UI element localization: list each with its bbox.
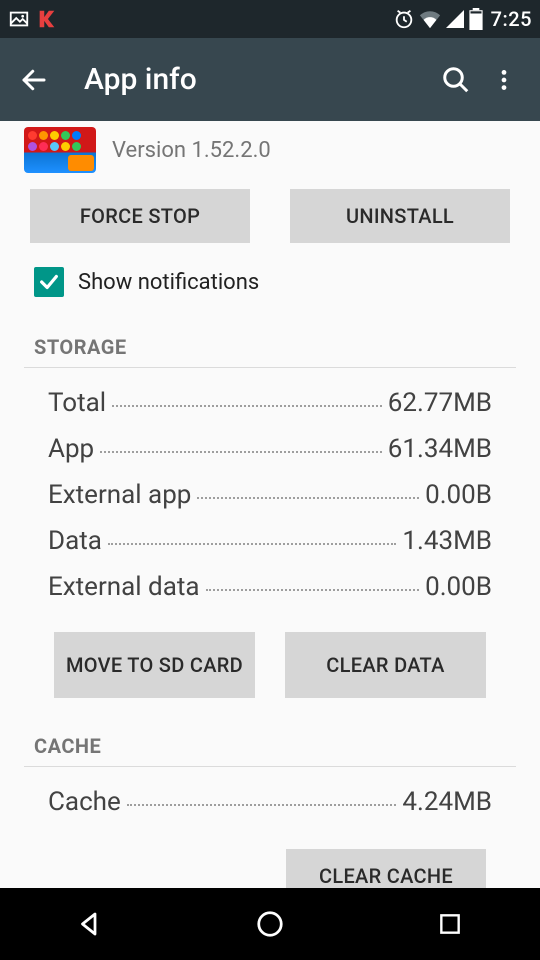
status-bar: 7:25: [0, 0, 540, 38]
storage-section-header: STORAGE: [24, 309, 516, 368]
move-to-sd-button[interactable]: MOVE TO SD CARD: [54, 632, 255, 698]
storage-data-row: Data 1.43MB: [48, 518, 492, 564]
content-area: Version 1.52.2.0 FORCE STOP UNINSTALL Sh…: [0, 121, 540, 888]
storage-ext-app-label: External app: [48, 472, 191, 518]
overflow-menu-button[interactable]: [480, 56, 528, 104]
app-header: Version 1.52.2.0: [0, 121, 540, 181]
cache-label: Cache: [48, 779, 121, 825]
app-bar: App info: [0, 38, 540, 121]
cell-signal-icon: [445, 9, 465, 29]
storage-total-label: Total: [48, 380, 106, 426]
clear-cache-button[interactable]: CLEAR CACHE: [286, 849, 486, 888]
storage-ext-data-row: External data 0.00B: [48, 564, 492, 610]
status-time: 7:25: [491, 7, 532, 31]
storage-app-label: App: [48, 426, 94, 472]
page-title: App info: [84, 62, 432, 97]
show-notifications-checkbox[interactable]: [34, 267, 64, 297]
cache-value: 4.24MB: [402, 779, 492, 825]
cache-section-header: CACHE: [24, 708, 516, 767]
battery-icon: [469, 8, 483, 30]
cache-actions-row: CLEAR CACHE: [0, 831, 540, 888]
wifi-icon: [419, 9, 441, 29]
storage-app-row: App 61.34MB: [48, 426, 492, 472]
gallery-notification-icon: [8, 8, 30, 30]
nav-recents-button[interactable]: [420, 894, 480, 954]
navigation-bar: [0, 888, 540, 960]
alarm-icon: [393, 8, 415, 30]
kaspersky-notification-icon: [36, 8, 58, 30]
nav-back-button[interactable]: [60, 894, 120, 954]
storage-data-value: 1.43MB: [402, 518, 492, 564]
storage-ext-app-row: External app 0.00B: [48, 472, 492, 518]
app-icon: [24, 127, 96, 173]
storage-ext-data-label: External data: [48, 564, 200, 610]
cache-stats: Cache 4.24MB: [0, 767, 540, 831]
app-version: Version 1.52.2.0: [112, 138, 271, 163]
storage-data-label: Data: [48, 518, 102, 564]
back-button[interactable]: [10, 56, 58, 104]
cache-row: Cache 4.24MB: [48, 779, 492, 825]
nav-home-button[interactable]: [240, 894, 300, 954]
show-notifications-label: Show notifications: [78, 270, 259, 295]
clear-data-button[interactable]: CLEAR DATA: [285, 632, 486, 698]
show-notifications-row[interactable]: Show notifications: [0, 253, 540, 309]
storage-total-row: Total 62.77MB: [48, 380, 492, 426]
storage-stats: Total 62.77MB App 61.34MB External app 0…: [0, 368, 540, 624]
storage-actions-row: MOVE TO SD CARD CLEAR DATA: [0, 624, 540, 708]
storage-ext-data-value: 0.00B: [425, 564, 492, 610]
primary-actions-row: FORCE STOP UNINSTALL: [0, 181, 540, 253]
uninstall-button[interactable]: UNINSTALL: [290, 189, 510, 243]
search-button[interactable]: [432, 56, 480, 104]
storage-total-value: 62.77MB: [388, 380, 492, 426]
storage-ext-app-value: 0.00B: [425, 472, 492, 518]
storage-app-value: 61.34MB: [388, 426, 492, 472]
force-stop-button[interactable]: FORCE STOP: [30, 189, 250, 243]
